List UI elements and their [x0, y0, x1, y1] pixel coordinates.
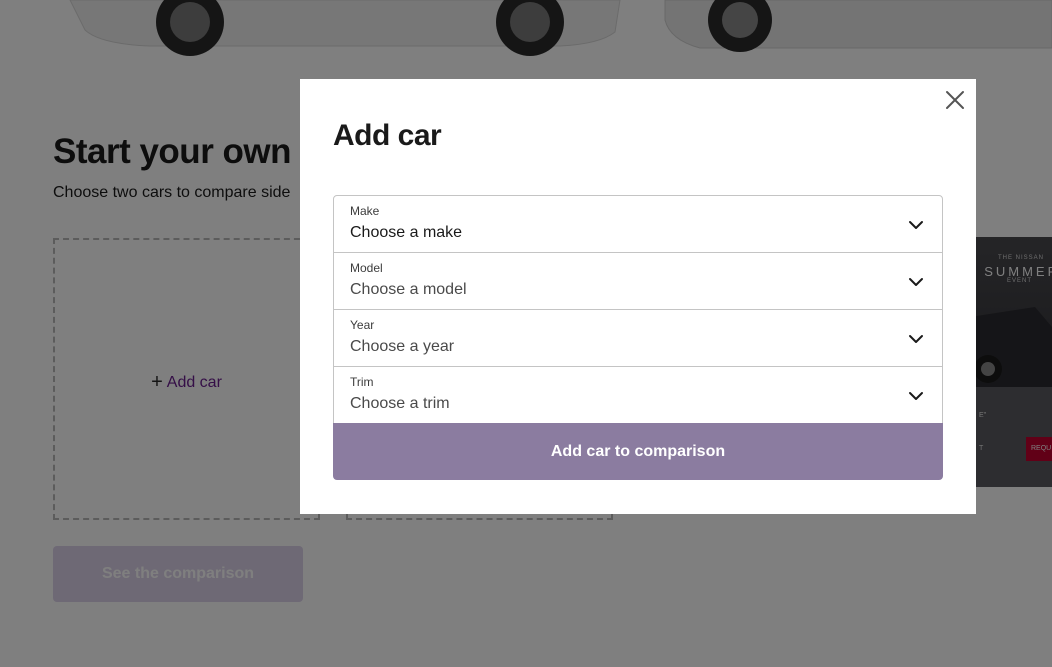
add-car-modal: Add car Make Choose a make Model Choose … [300, 79, 976, 514]
trim-select[interactable]: Trim Choose a trim [333, 366, 943, 424]
year-label: Year [350, 318, 375, 332]
close-icon [946, 91, 964, 109]
make-value: Choose a make [350, 224, 463, 241]
make-select[interactable]: Make Choose a make [333, 195, 943, 253]
trim-value: Choose a trim [350, 395, 450, 412]
chevron-down-icon [909, 335, 923, 343]
modal-title: Add car [333, 119, 442, 152]
chevron-down-icon [909, 221, 923, 229]
add-car-to-comparison-button[interactable]: Add car to comparison [333, 423, 943, 480]
make-label: Make [350, 204, 380, 218]
chevron-down-icon [909, 392, 923, 400]
year-select[interactable]: Year Choose a year [333, 309, 943, 367]
trim-label: Trim [350, 375, 374, 389]
year-value: Choose a year [350, 338, 455, 355]
close-button[interactable] [944, 89, 966, 111]
model-label: Model [350, 261, 383, 275]
model-select[interactable]: Model Choose a model [333, 252, 943, 310]
model-value: Choose a model [350, 281, 467, 298]
chevron-down-icon [909, 278, 923, 286]
